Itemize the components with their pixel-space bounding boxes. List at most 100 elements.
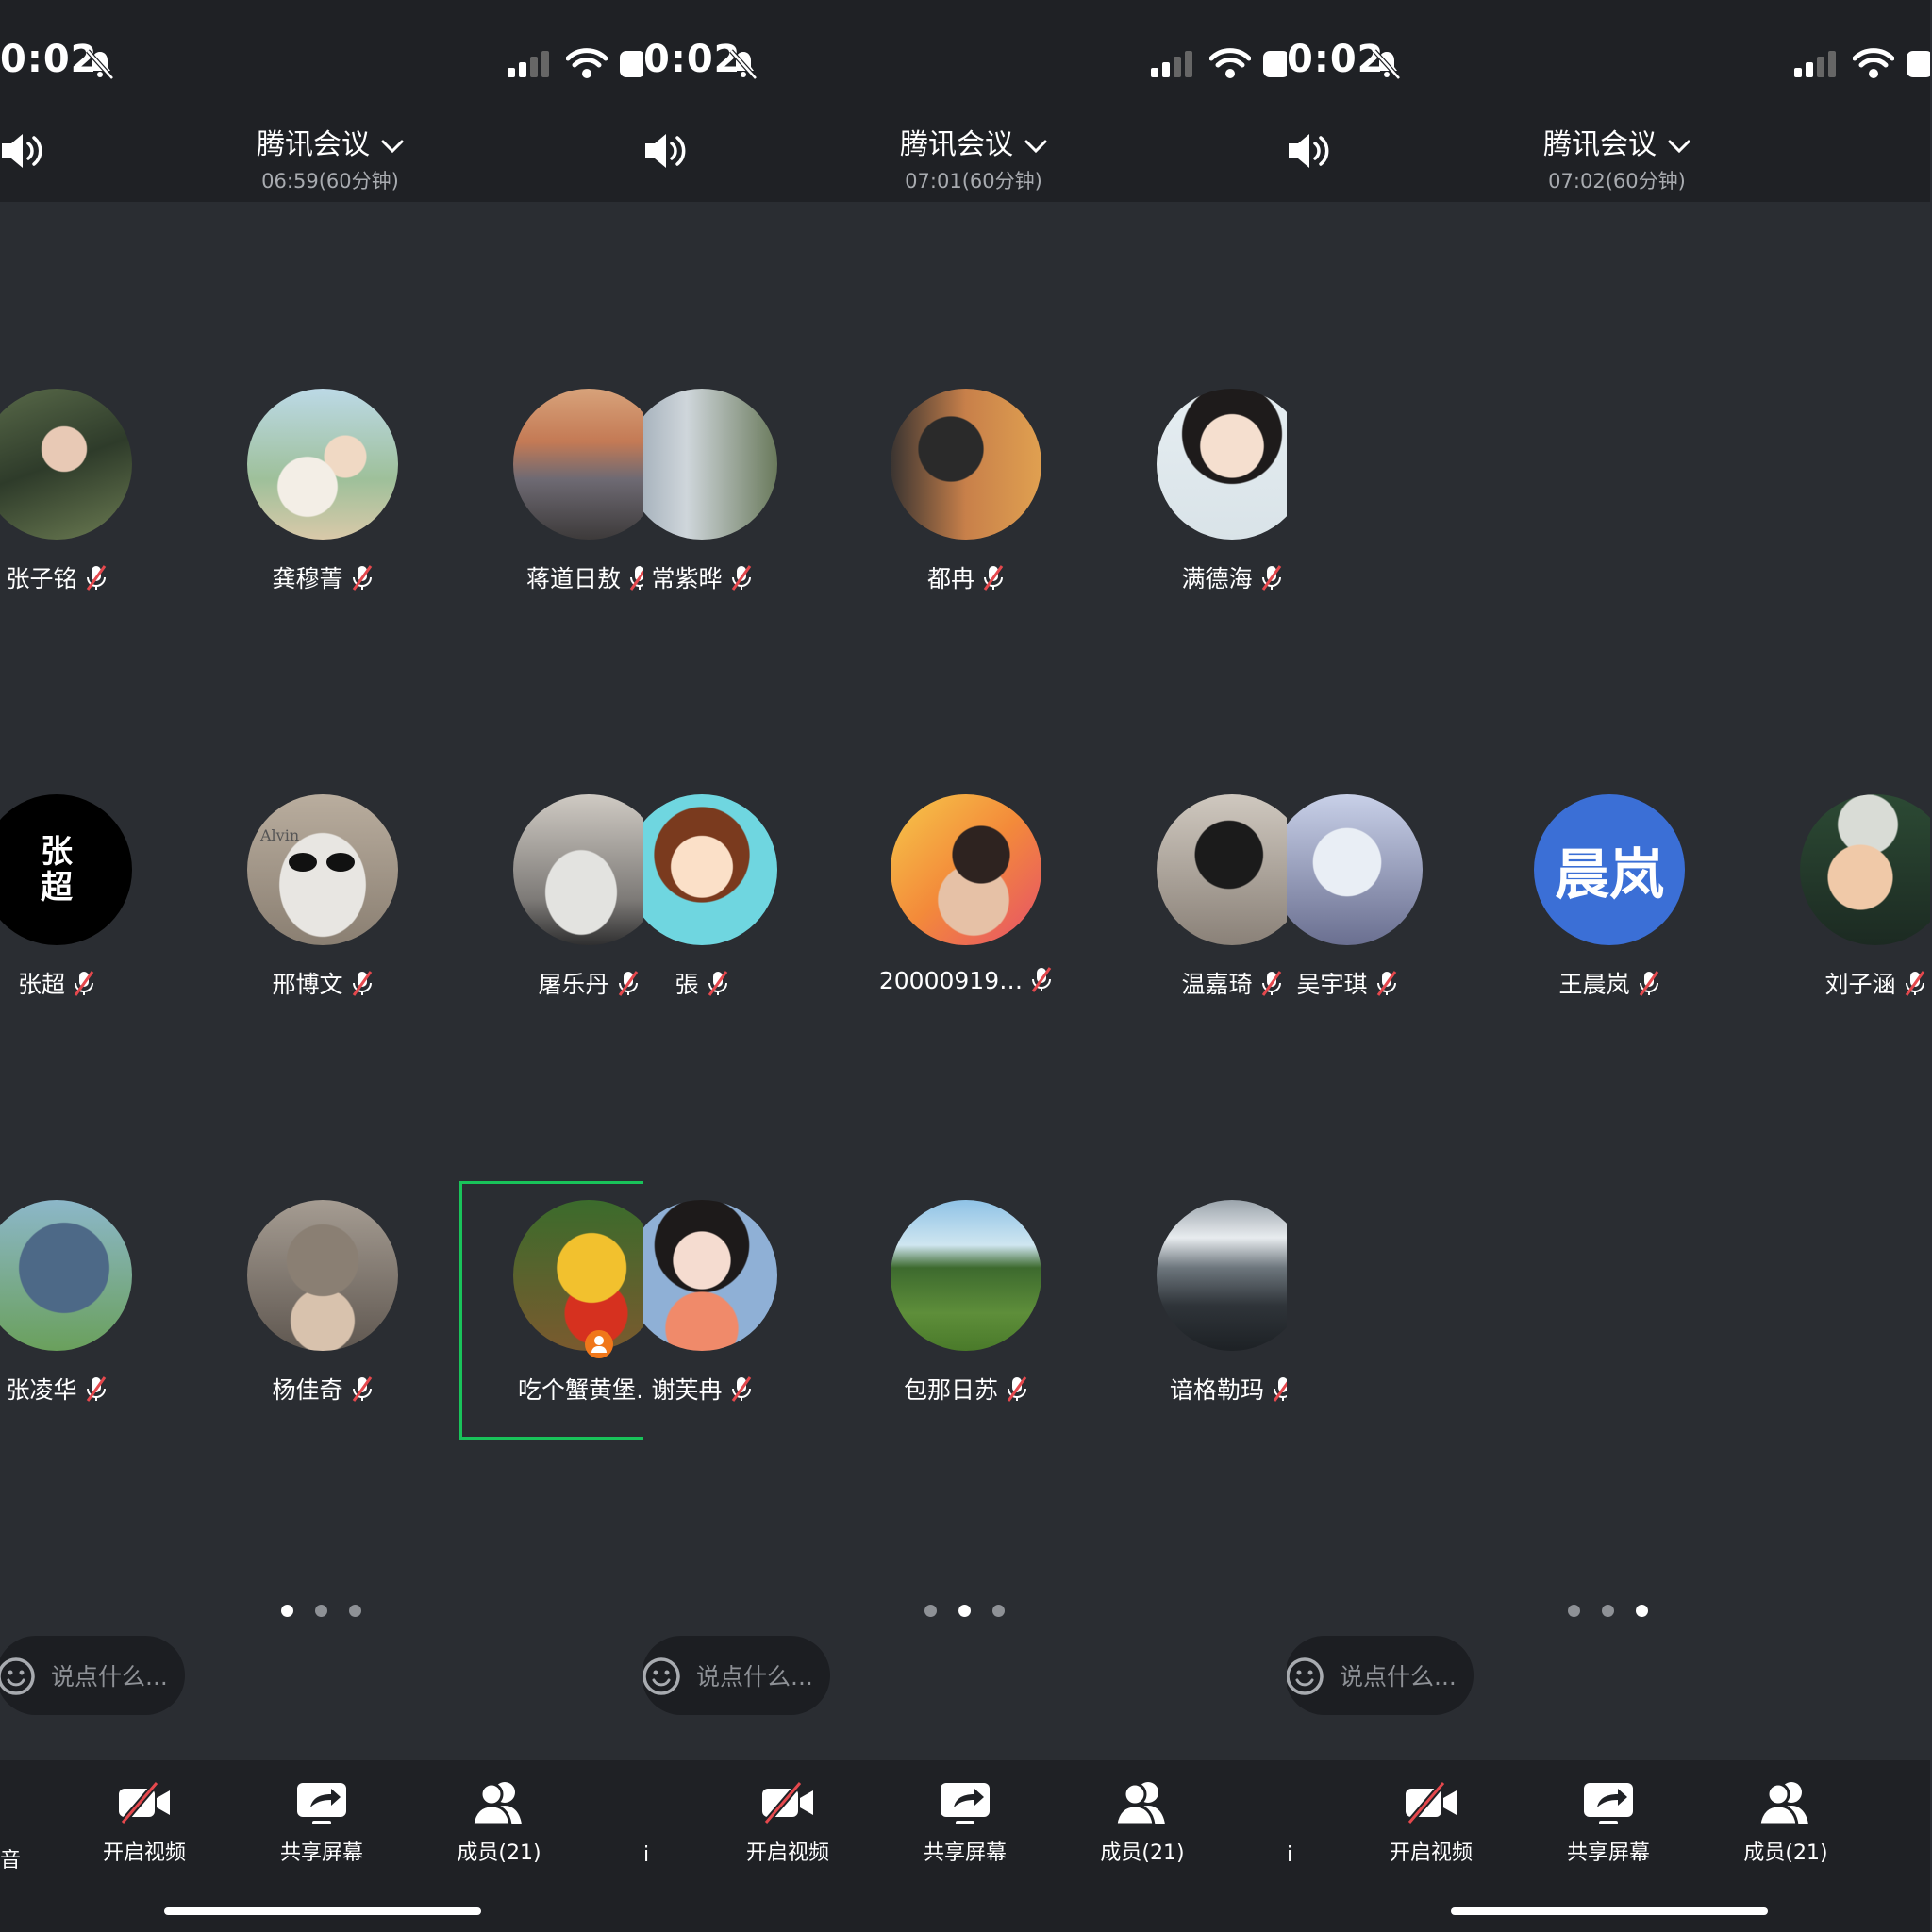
toolbar-edge-label: i [1287, 1843, 1293, 1867]
members-button[interactable]: 成员(21) [438, 1779, 560, 1883]
participant-tile[interactable]: Alvin 邢博文 [209, 794, 436, 1011]
silent-bell-icon [1373, 49, 1401, 80]
share-screen-label: 共享屏幕 [279, 1841, 363, 1865]
meeting-title[interactable]: 腾讯会议 [189, 121, 472, 162]
page-dot[interactable] [315, 1605, 327, 1617]
video-off-icon [1406, 1780, 1457, 1825]
muted-mic-icon [86, 565, 106, 591]
participant-tile[interactable]: 晨岚 王晨岚 [1496, 794, 1723, 1011]
page-dot[interactable] [992, 1605, 1005, 1617]
muted-mic-icon [1273, 1377, 1287, 1402]
bottom-toolbar: i 开启视频 共享屏幕 成员(21) [643, 1760, 1287, 1932]
participant-tile[interactable]: 包那日苏 [853, 1200, 1079, 1417]
share-screen-button[interactable]: 共享屏幕 [1547, 1779, 1670, 1883]
chat-input[interactable]: 说点什么... [0, 1636, 185, 1715]
participant-tile[interactable]: 张凌华 [0, 1200, 170, 1417]
chat-input[interactable]: 说点什么... [643, 1636, 830, 1715]
participant-tile[interactable]: 20000919… [853, 794, 1079, 1011]
participant-tile[interactable]: 常紫晔 [643, 389, 815, 606]
page-dot[interactable] [281, 1605, 293, 1617]
participant-tile[interactable]: 杨佳奇 [209, 1200, 436, 1417]
avatar [891, 389, 1041, 540]
avatar: Alvin [247, 794, 398, 945]
start-video-button[interactable]: 开启视频 [726, 1779, 849, 1883]
share-screen-button[interactable]: 共享屏幕 [260, 1779, 383, 1883]
participant-name: 邢博文 [209, 966, 436, 1000]
muted-mic-icon [731, 565, 751, 591]
share-screen-icon [941, 1783, 990, 1824]
toolbar-edge-label: i [643, 1843, 650, 1867]
participant-tile[interactable]: 刘子涵 [1762, 794, 1930, 1011]
start-video-label: 开启视频 [745, 1841, 829, 1865]
participant-tile[interactable]: 張 [643, 794, 815, 1011]
avatar-calligraphy: 张 超 [41, 833, 73, 907]
participant-tile[interactable]: 龚穆菁 [209, 389, 436, 606]
participant-tile[interactable]: 谢芙冉 [643, 1200, 815, 1417]
bottom-toolbar: 音 开启视频 共享屏幕 成员(21) [0, 1760, 643, 1932]
home-indicator[interactable] [164, 1907, 481, 1915]
home-indicator[interactable] [1451, 1907, 1768, 1915]
participant-tile[interactable]: 温嘉琦 [1119, 794, 1287, 1011]
members-icon [471, 1782, 522, 1826]
participant-tile[interactable]: 蒋道日敖 [475, 389, 643, 606]
avatar [513, 1200, 643, 1351]
chat-placeholder: 说点什么... [696, 1663, 813, 1690]
emoji-icon[interactable] [643, 1657, 681, 1696]
meeting-title[interactable]: 腾讯会议 [832, 121, 1115, 162]
muted-mic-icon [618, 971, 638, 996]
members-button[interactable]: 成员(21) [1724, 1779, 1847, 1883]
start-video-button[interactable]: 开启视频 [83, 1779, 206, 1883]
page-dot[interactable] [958, 1605, 971, 1617]
participant-tile[interactable]: 张子铭 [0, 389, 170, 606]
participant-name: 张子铭 [0, 560, 170, 594]
emoji-icon[interactable] [1287, 1657, 1324, 1696]
avatar [643, 389, 777, 540]
participant-name: 都冉 [853, 560, 1079, 594]
muted-mic-icon [731, 1376, 751, 1402]
participant-name: 谢芙冉 [643, 1372, 815, 1406]
speaker-icon[interactable] [0, 130, 45, 172]
page-dot[interactable] [1568, 1605, 1580, 1617]
avatar: 晨岚 [1534, 794, 1685, 945]
avatar [643, 794, 777, 945]
share-screen-label: 共享屏幕 [1566, 1841, 1650, 1865]
start-video-button[interactable]: 开启视频 [1370, 1779, 1492, 1883]
muted-mic-icon [352, 565, 372, 591]
avatar [1157, 389, 1287, 540]
participant-name: 20000919… [853, 966, 1079, 994]
participant-tile[interactable]: 张 超 张超 [0, 794, 170, 1011]
participant-tile-host[interactable]: 吃个蟹黄堡… [475, 1200, 643, 1417]
members-icon [1114, 1782, 1165, 1826]
participant-name: 吴宇琪 [1287, 966, 1460, 1000]
avatar [0, 1200, 132, 1351]
share-screen-button[interactable]: 共享屏幕 [904, 1779, 1026, 1883]
participant-tile[interactable]: 屠乐丹 [475, 794, 643, 1011]
muted-mic-icon [1007, 1376, 1027, 1402]
members-button[interactable]: 成员(21) [1081, 1779, 1204, 1883]
participant-tile[interactable]: 吴宇琪 [1287, 794, 1460, 1011]
muted-mic-icon [1376, 971, 1396, 996]
start-video-label: 开启视频 [1389, 1841, 1473, 1865]
page-dot[interactable] [349, 1605, 361, 1617]
speaker-icon[interactable] [643, 130, 689, 172]
cellular-signal-icon [508, 51, 549, 77]
page-indicator [1562, 1601, 1675, 1620]
page-dot[interactable] [924, 1605, 937, 1617]
muted-mic-icon [1261, 971, 1281, 996]
page-dot[interactable] [1602, 1605, 1614, 1617]
status-bar: 0:02 [1287, 0, 1930, 104]
speaker-icon[interactable] [1287, 130, 1332, 172]
silent-bell-icon [729, 49, 758, 80]
status-bar: 0:02 [0, 0, 643, 104]
avatar [891, 1200, 1041, 1351]
participant-tile[interactable]: 满德海 [1119, 389, 1287, 606]
chat-input[interactable]: 说点什么... [1287, 1636, 1474, 1715]
meeting-title[interactable]: 腾讯会议 [1475, 121, 1758, 162]
page-dot[interactable] [1636, 1605, 1648, 1617]
participant-tile[interactable]: 谙格勒玛 [1119, 1200, 1287, 1417]
avatar [891, 794, 1041, 945]
participant-tile[interactable]: 都冉 [853, 389, 1079, 606]
avatar [1287, 794, 1423, 945]
avatar [513, 389, 643, 540]
emoji-icon[interactable] [0, 1657, 36, 1696]
